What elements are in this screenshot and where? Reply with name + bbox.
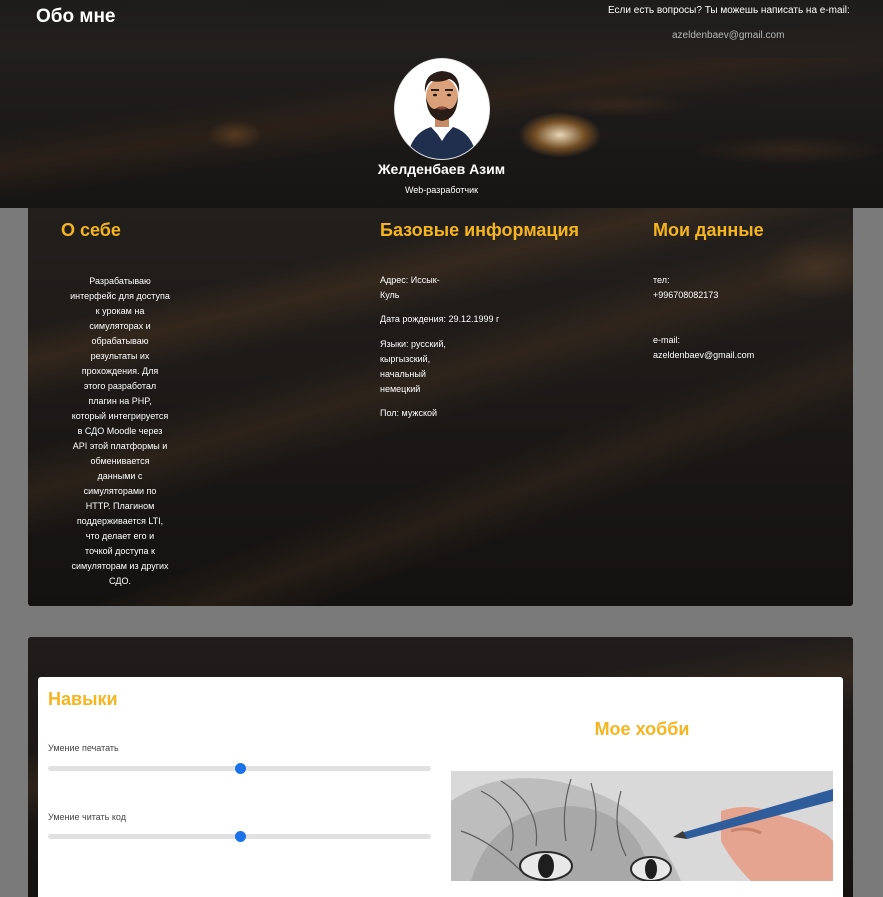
about-line: симуляторам из других bbox=[71, 561, 169, 571]
info-card: О себе Разрабатываю интерфейс для доступ… bbox=[28, 208, 853, 606]
about-line: API этой платформы и bbox=[72, 441, 168, 451]
about-line: данными с bbox=[97, 471, 143, 481]
hobby-panel: Мое хобби bbox=[441, 677, 843, 897]
avatar bbox=[394, 58, 490, 160]
address-line: Адрес: Иссык- bbox=[380, 275, 440, 285]
phone-label: тел: bbox=[653, 275, 670, 285]
languages-line: начальный bbox=[380, 369, 426, 379]
about-line: поддерживается LTI, bbox=[76, 516, 164, 526]
about-line: прохождения. Для bbox=[81, 366, 159, 376]
languages-line: Языки: русский, bbox=[380, 339, 446, 349]
hero-banner: Обо мне Если есть вопросы? Ты можешь нап… bbox=[0, 0, 883, 208]
about-line: СДО. bbox=[109, 576, 131, 586]
skill-slider[interactable] bbox=[48, 831, 431, 842]
about-line: обменивается bbox=[90, 456, 150, 466]
about-line: точкой доступа к bbox=[85, 546, 155, 556]
about-line: плагин на PHP, bbox=[88, 396, 152, 406]
about-line: HTTP. Плагином bbox=[85, 501, 155, 511]
about-line: который интегрируется bbox=[71, 411, 169, 421]
contact-question: Если есть вопросы? Ты можешь написать на… bbox=[608, 5, 850, 16]
about-line: обрабатываю bbox=[91, 336, 149, 346]
cat-drawing-image-icon bbox=[451, 771, 833, 881]
about-line: симуляторах и bbox=[89, 321, 151, 331]
skill-slider[interactable] bbox=[48, 763, 431, 774]
profile-role: Web-разработчик bbox=[404, 185, 479, 195]
my-data-title: Мои данные bbox=[653, 220, 764, 240]
about-line: в СДО Moodle через bbox=[77, 426, 163, 436]
about-line: что делает его и bbox=[85, 531, 155, 541]
about-line: симуляторами по bbox=[83, 486, 157, 496]
email-value[interactable]: azeldenbaev@gmail.com bbox=[653, 348, 754, 363]
man-avatar-icon bbox=[395, 60, 489, 159]
page-title: Обо мне bbox=[36, 6, 116, 27]
contact-email-link[interactable]: azeldenbaev@gmail.com bbox=[672, 30, 784, 41]
about-text: Разрабатываю интерфейс для доступа к уро… bbox=[64, 274, 176, 589]
about-line: к урокам на bbox=[95, 306, 145, 316]
phone-value[interactable]: +996708082173 bbox=[653, 288, 718, 303]
about-line: Разрабатываю bbox=[89, 276, 151, 286]
skill-label: Умение читать код bbox=[48, 812, 126, 822]
skill-label: Умение печатать bbox=[48, 743, 119, 753]
about-line: результаты их bbox=[90, 351, 150, 361]
skills-title: Навыки bbox=[48, 689, 118, 709]
about-title: О себе bbox=[61, 220, 121, 240]
email-label: e-mail: bbox=[653, 335, 681, 345]
languages-line: немецкий bbox=[380, 384, 421, 394]
profile-name: Желденбаев Азим bbox=[377, 161, 506, 177]
languages-line: кыргызский, bbox=[380, 354, 431, 364]
birth-date: Дата рождения: 29.12.1999 г bbox=[380, 314, 500, 324]
hobby-title: Мое хобби bbox=[594, 719, 690, 739]
languages: Языки: русский, кыргызский, начальный не… bbox=[380, 337, 446, 397]
slider-thumb[interactable] bbox=[234, 831, 246, 842]
about-line: интерфейс для доступа bbox=[70, 291, 170, 301]
gender: Пол: мужской bbox=[380, 408, 438, 418]
skills-panel: Навыки Умение печатать Умение читать код bbox=[38, 677, 441, 897]
slider-thumb[interactable] bbox=[234, 763, 246, 774]
address: Адрес: Иссык- Куль bbox=[380, 273, 440, 303]
about-line: этого разработал bbox=[83, 381, 157, 391]
address-line: Куль bbox=[380, 290, 400, 300]
hobby-image bbox=[451, 771, 833, 881]
basic-info-title: Базовые информация bbox=[380, 220, 580, 240]
